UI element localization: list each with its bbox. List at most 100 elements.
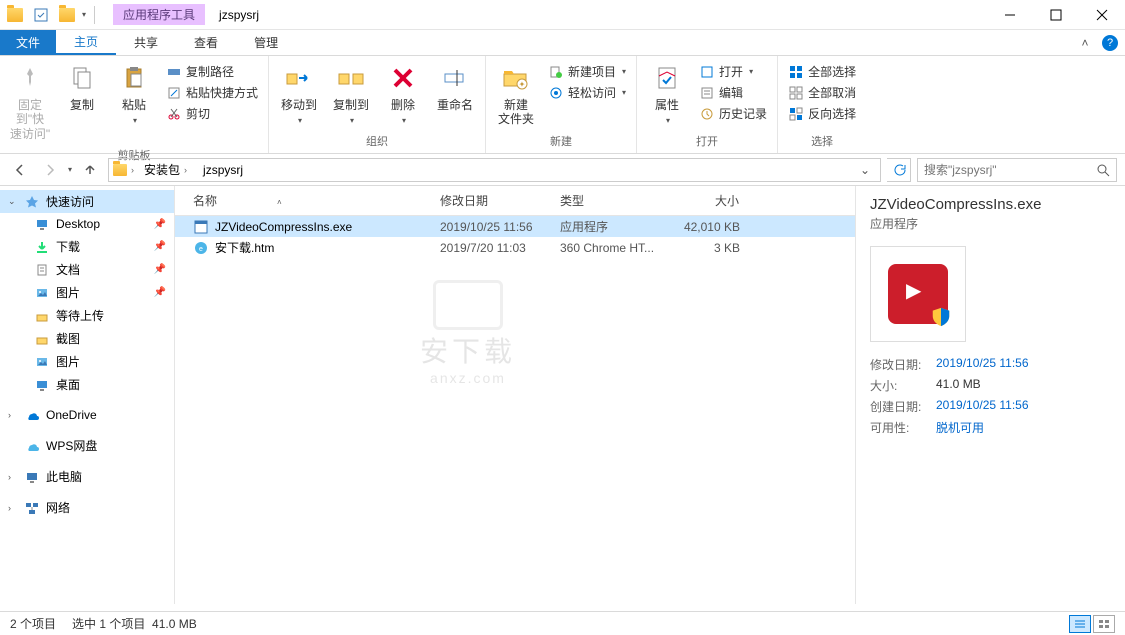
close-button[interactable]	[1079, 0, 1125, 30]
sidebar-item[interactable]: 截图	[0, 327, 174, 350]
status-bar: 2 个项目 选中 1 个项目 41.0 MB	[0, 611, 1125, 635]
pin-icon: 📌	[154, 241, 166, 252]
select-none-button[interactable]: 全部取消	[784, 83, 860, 102]
file-area: 名称˄ 修改日期 类型 大小 JZVideoCompressIns.exe201…	[175, 186, 1125, 604]
minimize-ribbon-icon[interactable]: ˄	[1075, 30, 1095, 55]
file-row[interactable]: JZVideoCompressIns.exe2019/10/25 11:56应用…	[175, 216, 855, 237]
ribbon-group-select: 全部选择 全部取消 反向选择 选择	[778, 56, 866, 153]
sidebar-item[interactable]: 图片	[0, 350, 174, 373]
copy-to-button[interactable]: 复制到▾	[327, 58, 375, 130]
invert-selection-button[interactable]: 反向选择	[784, 104, 860, 123]
tab-home[interactable]: 主页	[56, 30, 116, 55]
tab-file[interactable]: 文件	[0, 30, 56, 55]
file-list[interactable]: 名称˄ 修改日期 类型 大小 JZVideoCompressIns.exe201…	[175, 186, 855, 604]
new-folder-button[interactable]: ✦ 新建 文件夹	[492, 58, 540, 131]
cloud-icon	[24, 407, 40, 423]
ribbon-tabs: 文件 主页 共享 查看 管理 ˄ ?	[0, 30, 1125, 56]
breadcrumb-part-0[interactable]: 安装包 ›	[138, 161, 193, 178]
sidebar-network[interactable]: › 网络	[0, 496, 174, 519]
pc-icon	[24, 469, 40, 485]
status-item-count: 2 个项目	[10, 615, 56, 632]
copy-to-icon	[335, 62, 367, 94]
tab-manage[interactable]: 管理	[236, 30, 296, 55]
app-folder-icon	[4, 4, 26, 26]
maximize-button[interactable]	[1033, 0, 1079, 30]
group-label-new: 新建	[492, 131, 630, 151]
group-label-open: 打开	[643, 131, 771, 151]
properties-button[interactable]: 属性▾	[643, 58, 691, 130]
help-button[interactable]: ?	[1095, 30, 1125, 55]
qat-properties-icon[interactable]	[30, 4, 52, 26]
file-row[interactable]: e安下载.htm2019/7/20 11:03360 Chrome HT...3…	[175, 237, 855, 258]
chevron-down-icon: ⌄	[8, 196, 18, 207]
minimize-button[interactable]	[987, 0, 1033, 30]
svg-text:e: e	[199, 246, 203, 253]
select-none-icon	[788, 85, 804, 101]
item-icon	[34, 216, 50, 232]
easy-access-button[interactable]: 轻松访问▾	[544, 83, 630, 102]
qat-dropdown-icon[interactable]: ▾	[82, 10, 86, 19]
details-filename: JZVideoCompressIns.exe	[870, 196, 1111, 213]
open-icon	[699, 64, 715, 80]
pin-to-quick-access-button[interactable]: 固定到"快 速访问"	[6, 58, 54, 145]
item-icon	[34, 331, 50, 347]
item-icon	[34, 239, 50, 255]
sidebar-item[interactable]: 图片📌	[0, 281, 174, 304]
sort-arrow-icon: ˄	[277, 198, 282, 207]
cut-button[interactable]: 剪切	[162, 104, 262, 123]
move-to-button[interactable]: 移动到▾	[275, 58, 323, 130]
column-name[interactable]: 名称˄	[175, 186, 432, 215]
copy-button[interactable]: 复制	[58, 58, 106, 116]
qat-new-folder-icon[interactable]	[56, 4, 78, 26]
sidebar-item[interactable]: 下载📌	[0, 235, 174, 258]
paste-button[interactable]: 粘贴 ▾	[110, 58, 158, 130]
details-filetype: 应用程序	[870, 215, 1111, 232]
tab-view[interactable]: 查看	[176, 30, 236, 55]
column-type[interactable]: 类型	[552, 186, 672, 215]
sidebar-item[interactable]: 文档📌	[0, 258, 174, 281]
column-size[interactable]: 大小	[672, 186, 760, 215]
sidebar-quick-access[interactable]: ⌄ 快速访问	[0, 190, 174, 213]
column-date[interactable]: 修改日期	[432, 186, 552, 215]
paste-shortcut-button[interactable]: 粘贴快捷方式	[162, 83, 262, 102]
sidebar-wps[interactable]: WPS网盘	[0, 434, 174, 457]
up-button[interactable]	[78, 158, 102, 182]
sidebar-item[interactable]: Desktop📌	[0, 213, 174, 235]
copy-path-button[interactable]: 复制路径	[162, 62, 262, 81]
easy-access-icon	[548, 85, 564, 101]
open-button[interactable]: 打开▾	[695, 62, 771, 81]
breadcrumb-part-1[interactable]: jzspysrj	[197, 163, 249, 177]
delete-button[interactable]: 删除▾	[379, 58, 427, 130]
file-icon: e	[193, 240, 209, 256]
new-folder-icon: ✦	[500, 62, 532, 94]
column-headers: 名称˄ 修改日期 类型 大小	[175, 186, 855, 216]
back-button[interactable]	[8, 158, 32, 182]
tab-share[interactable]: 共享	[116, 30, 176, 55]
navigation-bar: ▾ › 安装包 › jzspysrj ⌄	[0, 154, 1125, 186]
recent-locations-dropdown[interactable]: ▾	[68, 165, 72, 174]
sidebar-onedrive[interactable]: › OneDrive	[0, 404, 174, 426]
item-icon	[34, 377, 50, 393]
ribbon-group-organize: 移动到▾ 复制到▾ 删除▾ 重命名 组织	[269, 56, 486, 153]
path-icon	[166, 64, 182, 80]
address-dropdown-icon[interactable]: ⌄	[854, 163, 876, 177]
sidebar-this-pc[interactable]: › 此电脑	[0, 465, 174, 488]
svg-text:✦: ✦	[519, 80, 526, 89]
address-bar[interactable]: › 安装包 › jzspysrj ⌄	[108, 158, 881, 182]
content-area: ⌄ 快速访问 Desktop📌下载📌文档📌图片📌等待上传截图图片桌面 › One…	[0, 186, 1125, 604]
search-box[interactable]	[917, 158, 1117, 182]
new-item-button[interactable]: 新建项目▾	[544, 62, 630, 81]
rename-button[interactable]: 重命名	[431, 58, 479, 116]
refresh-button[interactable]	[887, 158, 911, 182]
history-button[interactable]: 历史记录	[695, 104, 771, 123]
search-input[interactable]	[924, 163, 1096, 177]
rename-icon	[439, 62, 471, 94]
sidebar-item[interactable]: 等待上传	[0, 304, 174, 327]
select-all-button[interactable]: 全部选择	[784, 62, 860, 81]
edit-button[interactable]: 编辑	[695, 83, 771, 102]
thumbnails-view-button[interactable]	[1093, 615, 1115, 633]
details-view-button[interactable]	[1069, 615, 1091, 633]
forward-button[interactable]	[38, 158, 62, 182]
sidebar-item[interactable]: 桌面	[0, 373, 174, 396]
window-title: jzspysrj	[219, 8, 259, 22]
